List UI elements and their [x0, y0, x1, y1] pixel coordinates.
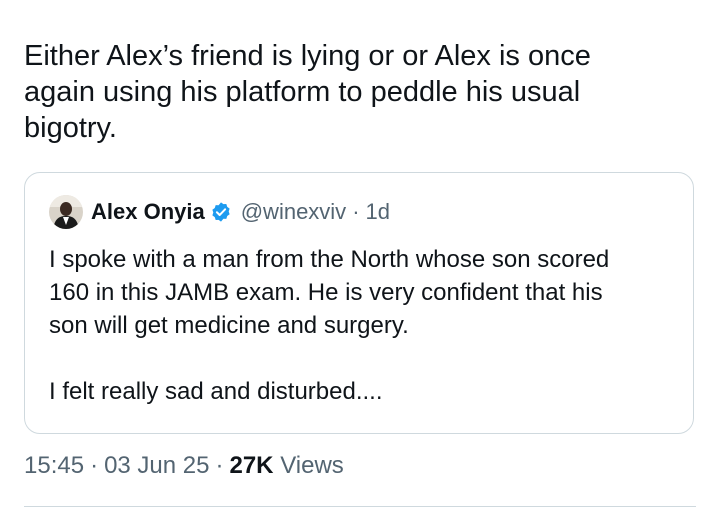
- views-label: Views: [280, 452, 344, 479]
- author-handle[interactable]: @winexviv: [241, 199, 346, 225]
- profile-photo-icon[interactable]: [49, 195, 83, 229]
- tweet-time[interactable]: 15:45: [24, 452, 84, 479]
- divider: [24, 506, 696, 507]
- author-name[interactable]: Alex Onyia: [91, 199, 205, 225]
- tweet-metadata: 15:45 · 03 Jun 25 · 27K Views: [24, 450, 344, 482]
- quoted-tweet-header: Alex Onyia @winexviv · 1d: [49, 195, 390, 229]
- meta-separator: ·: [90, 452, 99, 479]
- quoted-tweet-time[interactable]: 1d: [366, 199, 390, 225]
- verified-badge-icon: [212, 202, 230, 222]
- tweet-date[interactable]: 03 Jun 25: [104, 452, 209, 479]
- quoted-tweet-text: I spoke with a man from the North whose …: [49, 246, 610, 405]
- quoted-tweet-card[interactable]: Alex Onyia @winexviv · 1d I spoke with a…: [24, 172, 694, 434]
- header-separator: ·: [352, 199, 360, 224]
- meta-separator: ·: [215, 452, 224, 479]
- tweet-text: Either Alex’s friend is lying or or Alex…: [24, 40, 591, 144]
- views-count[interactable]: 27K: [229, 452, 273, 479]
